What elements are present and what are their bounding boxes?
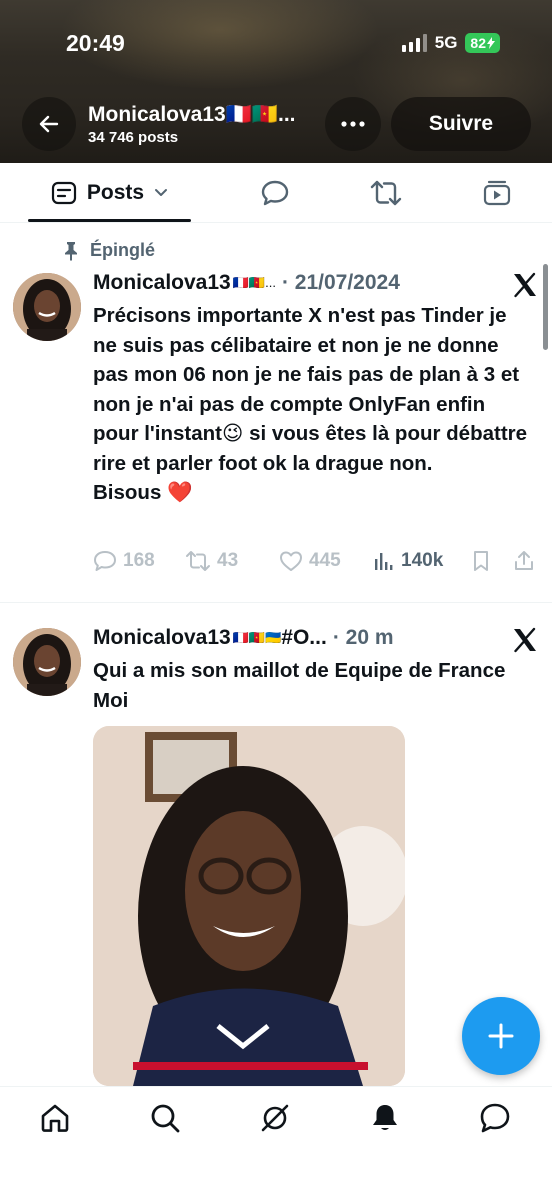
battery-indicator: 82 [465,33,500,53]
nav-messages[interactable] [478,1101,512,1135]
tab-posts[interactable]: Posts [28,163,191,223]
avatar-portrait [13,273,81,341]
tweet-photo[interactable] [93,726,405,1086]
home-icon [41,1104,69,1132]
tweet-author-name[interactable]: Monicalova13 [93,271,231,295]
nav-notifications[interactable] [368,1101,402,1135]
bookmark-icon [474,551,488,571]
search-icon [151,1104,180,1133]
reply-icon [94,551,116,571]
media-icon [483,180,511,206]
tab-media[interactable] [481,177,513,209]
tweet-actions: 168 43 445 140k [93,550,543,576]
pin-icon [65,241,77,261]
more-dots-icon [341,121,365,127]
tweet-time[interactable]: · 20 m [333,626,394,650]
tweet-author-flags: 🇫🇷🇨🇲... [232,275,276,290]
profile-header-banner: 20:49 5G 82 Monicalova13🇫🇷🇨🇲... 34 746 p… [0,0,552,163]
tweet-photo-image [93,726,405,1086]
replies-icon [261,180,289,206]
repost-count: 43 [217,550,239,571]
repost-button[interactable]: 43 [185,550,238,572]
tweet-author-name-suffix: #O... [281,626,327,649]
bookmark-button[interactable] [471,550,491,572]
tweet-date[interactable]: · 21/07/2024 [282,271,400,295]
tweet-text: Qui a mis son maillot de Equipe de Franc… [93,659,506,712]
nav-home[interactable] [38,1101,72,1135]
follow-button[interactable]: Suivre [391,97,531,151]
tab-posts-label: Posts [86,181,145,204]
tweet-text: Précisons importante X n'est pas Tinder … [93,304,528,504]
x-logo-icon [514,272,536,298]
tweet-author-flags: 🇫🇷🇨🇲🇺🇦 [232,630,282,645]
profile-name: Monicalova13🇫🇷🇨🇲... [88,103,296,126]
reply-button[interactable]: 168 [93,550,155,572]
charging-icon [487,37,495,49]
signal-icon [401,34,427,52]
grok-icon [261,1104,289,1132]
chevron-down-icon [155,189,168,196]
bell-icon [373,1105,397,1130]
tweet-divider [0,602,552,603]
tweet-author-name[interactable]: Monicalova13 [93,626,231,650]
tweet-header: Monicalova13 🇫🇷🇨🇲🇺🇦 #O... · 20 m [93,626,394,650]
tab-reposts[interactable] [370,177,402,209]
avatar-portrait [13,628,81,696]
scrollbar[interactable] [543,264,548,350]
profile-posts-count: 34 746 posts [88,129,179,146]
like-count: 445 [309,550,341,571]
nav-grok[interactable] [258,1101,292,1135]
like-button[interactable]: 445 [279,550,341,572]
status-time: 20:49 [66,30,125,56]
pinned-label: Épinglé [62,240,155,261]
network-label: 5G [434,33,458,52]
back-button[interactable] [22,97,76,151]
avatar[interactable] [13,628,81,696]
more-options-button[interactable] [325,97,381,151]
battery-level: 82 [470,35,486,51]
tab-replies[interactable] [259,177,291,209]
profile-tabs: Posts [0,163,552,223]
views-count: 140k [401,550,444,571]
x-logo-icon [514,627,536,653]
status-indicators: 5G 82 [401,33,500,53]
messages-icon [480,1103,510,1133]
pinned-text: Épinglé [90,240,156,260]
nav-search[interactable] [148,1101,182,1135]
compose-post-button[interactable] [462,997,540,1075]
views-icon [375,553,393,570]
repost-icon [186,551,210,571]
share-button[interactable] [513,550,535,572]
views-button[interactable]: 140k [373,550,443,572]
share-icon [515,551,533,570]
repost-icon [370,180,402,206]
heart-icon [280,551,302,571]
arrow-left-icon [39,115,59,133]
bottom-navigation [0,1086,552,1200]
plus-icon [488,1023,514,1049]
tweet-header: Monicalova13 🇫🇷🇨🇲... · 21/07/2024 [93,271,400,295]
avatar[interactable] [13,273,81,341]
reply-count: 168 [123,550,155,571]
active-tab-indicator [28,219,191,222]
posts-icon [51,181,77,205]
